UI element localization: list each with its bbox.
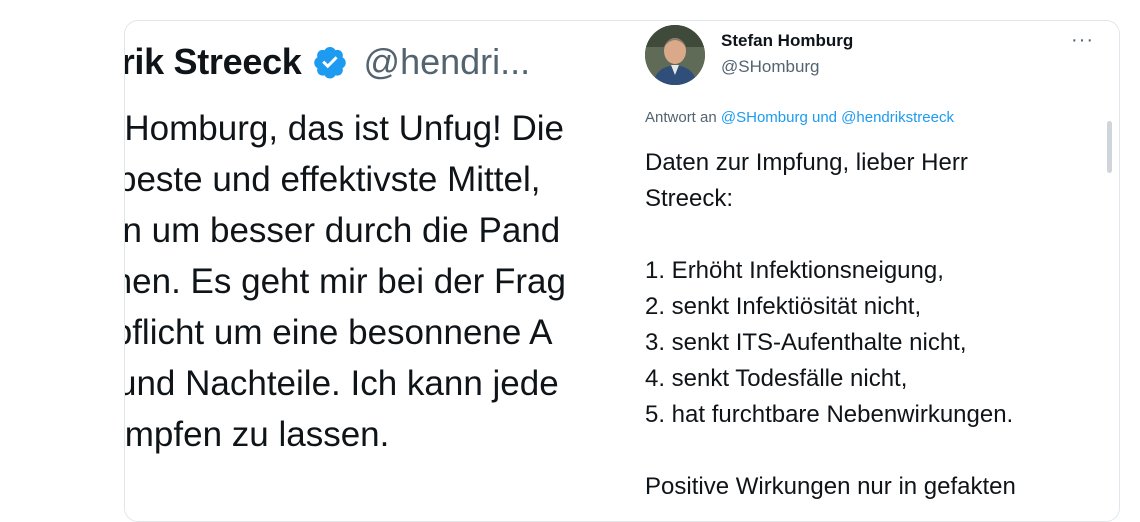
tweet-line: beste und effektivste Mittel,	[125, 160, 541, 199]
tweet-text: r Homburg, das ist Unfug! Die beste und …	[125, 103, 625, 460]
quoted-tweet-streeck: drik Streeck @hendri... r Homburg, das i…	[125, 21, 625, 501]
tweet-line: en um besser durch die Pand	[125, 211, 561, 250]
tweet-line: Daten zur Impfung, lieber Herr	[645, 149, 968, 176]
reply-prefix: Antwort an	[645, 109, 717, 126]
author-handle[interactable]: @SHomburg	[721, 57, 820, 77]
tweet-line: impfen zu lassen.	[125, 415, 390, 454]
list-item: 1. Erhöht Infektionsneigung,	[645, 257, 944, 284]
author-name[interactable]: drik Streeck	[125, 41, 302, 83]
scrollbar[interactable]	[1107, 121, 1112, 173]
list-item: 3. senkt ITS-Aufenthalte nicht,	[645, 329, 967, 356]
verified-badge-icon	[313, 47, 346, 79]
list-item: 5. hat furchtbare Nebenwirkungen.	[645, 401, 1014, 428]
tweet-line: fpflicht um eine besonnene A	[125, 313, 553, 352]
avatar[interactable]	[645, 25, 705, 85]
list-item: 2. senkt Infektiösität nicht,	[645, 293, 922, 320]
reply-tweet-homburg: Stefan Homburg @SHomburg ··· Antwort an …	[621, 21, 1119, 501]
tweet-line: men. Es geht mir bei der Frag	[125, 262, 566, 301]
reply-mentions-link[interactable]: @SHomburg und @hendrikstreeck	[721, 109, 954, 126]
more-options-icon[interactable]: ···	[1071, 29, 1094, 52]
author-name[interactable]: Stefan Homburg	[721, 31, 853, 51]
tweet-text: Daten zur Impfung, lieber Herr Streeck: …	[645, 145, 1115, 505]
tweet-line: Streeck:	[645, 185, 734, 212]
screenshot-collage: drik Streeck @hendri... r Homburg, das i…	[124, 20, 1120, 522]
tweet-author-header: drik Streeck @hendri...	[125, 41, 530, 83]
author-handle[interactable]: @hendri...	[364, 41, 531, 83]
tweet-line: r Homburg, das ist Unfug! Die	[125, 109, 565, 148]
avatar-photo-icon	[645, 25, 705, 85]
reply-context: Antwort an @SHomburg und @hendrikstreeck	[645, 109, 954, 126]
tweet-line: und Nachteile. Ich kann jede	[125, 364, 559, 403]
list-item: 4. senkt Todesfälle nicht,	[645, 365, 908, 392]
